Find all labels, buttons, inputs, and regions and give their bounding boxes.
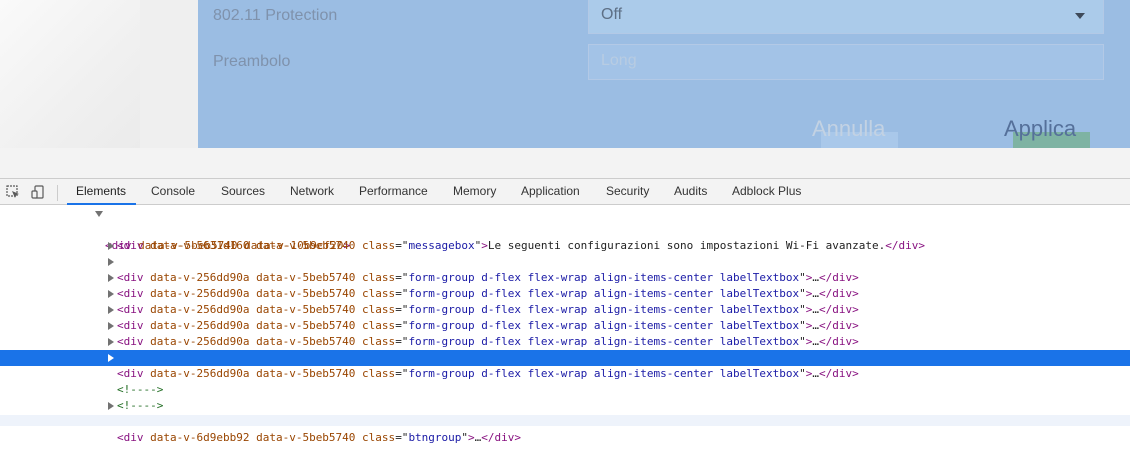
- tab-sources[interactable]: Sources: [221, 184, 265, 198]
- tree-node-btngroup[interactable]: <div data-v-6d9ebb92 data-v-5beb5740 cla…: [0, 398, 1130, 444]
- apply-button[interactable]: Applica: [1004, 116, 1076, 142]
- collapse-triangle-icon[interactable]: [108, 402, 114, 410]
- btngroup-class: btngroup: [408, 431, 462, 444]
- collapse-triangle-icon[interactable]: [108, 354, 114, 362]
- collapse-triangle-icon[interactable]: [108, 306, 114, 314]
- protection-label: 802.11 Protection: [213, 7, 338, 24]
- preamble-placeholder: Long: [601, 52, 637, 69]
- tree-node-comment[interactable]: <!---->: [0, 382, 1130, 412]
- tab-adblock-plus[interactable]: Adblock Plus: [732, 184, 801, 198]
- tree-node-form-group[interactable]: <div data-v-256dd90a data-v-5beb5740 cla…: [0, 254, 1130, 300]
- protection-select-value: Off: [601, 6, 623, 23]
- cancel-button[interactable]: Annulla: [812, 116, 885, 142]
- tab-performance[interactable]: Performance: [359, 184, 428, 198]
- toolbar-separator: [57, 185, 58, 201]
- tab-memory[interactable]: Memory: [453, 184, 496, 198]
- tab-application[interactable]: Application: [521, 184, 580, 198]
- tree-node-form-group[interactable]: <div data-v-256dd90a data-v-5beb5740 cla…: [0, 270, 1130, 316]
- device-toolbar-icon[interactable]: [31, 185, 45, 199]
- element-highlight-overlay: 802.11 Protection Off Preambolo Long Ann…: [198, 0, 1130, 148]
- collapse-triangle-icon[interactable]: [108, 290, 114, 298]
- btngroup-attrs: data-v-6d9ebb92 data-v-5beb5740: [150, 431, 356, 444]
- preamble-label: Preambolo: [213, 53, 291, 70]
- tab-security[interactable]: Security: [606, 184, 649, 198]
- page-left-area: [0, 0, 198, 148]
- collapse-triangle-icon[interactable]: [108, 338, 114, 346]
- preamble-input[interactable]: Long: [588, 44, 1104, 80]
- collapse-triangle-icon[interactable]: [108, 258, 114, 266]
- tab-audits[interactable]: Audits: [674, 184, 707, 198]
- expand-triangle-icon[interactable]: [95, 211, 103, 217]
- tab-elements[interactable]: Elements: [76, 184, 126, 198]
- tree-node-parent[interactable]: <div data-v-5beb5740 data-v-10b9cf20>: [0, 206, 1130, 252]
- tab-network[interactable]: Network: [290, 184, 334, 198]
- chevron-down-icon: [1075, 13, 1085, 19]
- tree-node-form-group-selected[interactable]: ·· <div data-v-256dd90a data-v-5beb5740 …: [0, 350, 1130, 412]
- protection-select[interactable]: Off: [588, 0, 1104, 34]
- tree-node-form-group[interactable]: <div data-v-256dd90a data-v-5beb5740 cla…: [0, 286, 1130, 332]
- page-bottom-strip: [0, 148, 1130, 178]
- tree-node-messagebox[interactable]: <div data-v-5631d160 data-v-5beb5740 cla…: [0, 222, 1130, 252]
- inspected-page: 802.11 Protection Off Preambolo Long Ann…: [0, 0, 1130, 178]
- collapse-triangle-icon[interactable]: [108, 242, 114, 250]
- elements-tree: <div data-v-5beb5740 data-v-10b9cf20> <d…: [0, 205, 1130, 444]
- collapse-triangle-icon[interactable]: [108, 274, 114, 282]
- tree-node-comment[interactable]: <!---->: [0, 366, 1130, 396]
- tree-node-form-group[interactable]: <div data-v-256dd90a data-v-5beb5740 cla…: [0, 318, 1130, 364]
- devtools-toolbar: Elements Console Sources Network Perform…: [0, 178, 1130, 205]
- tree-node-form-group[interactable]: <div data-v-256dd90a data-v-5beb5740 cla…: [0, 238, 1130, 284]
- ellipsis: …: [474, 431, 482, 444]
- inspect-element-icon[interactable]: [6, 185, 20, 199]
- tab-console[interactable]: Console: [151, 184, 195, 198]
- tree-node-form-group[interactable]: <div data-v-256dd90a data-v-5beb5740 cla…: [0, 302, 1130, 348]
- collapse-triangle-icon[interactable]: [108, 322, 114, 330]
- tree-node-form-group[interactable]: <div data-v-256dd90a data-v-5beb5740 cla…: [0, 334, 1130, 380]
